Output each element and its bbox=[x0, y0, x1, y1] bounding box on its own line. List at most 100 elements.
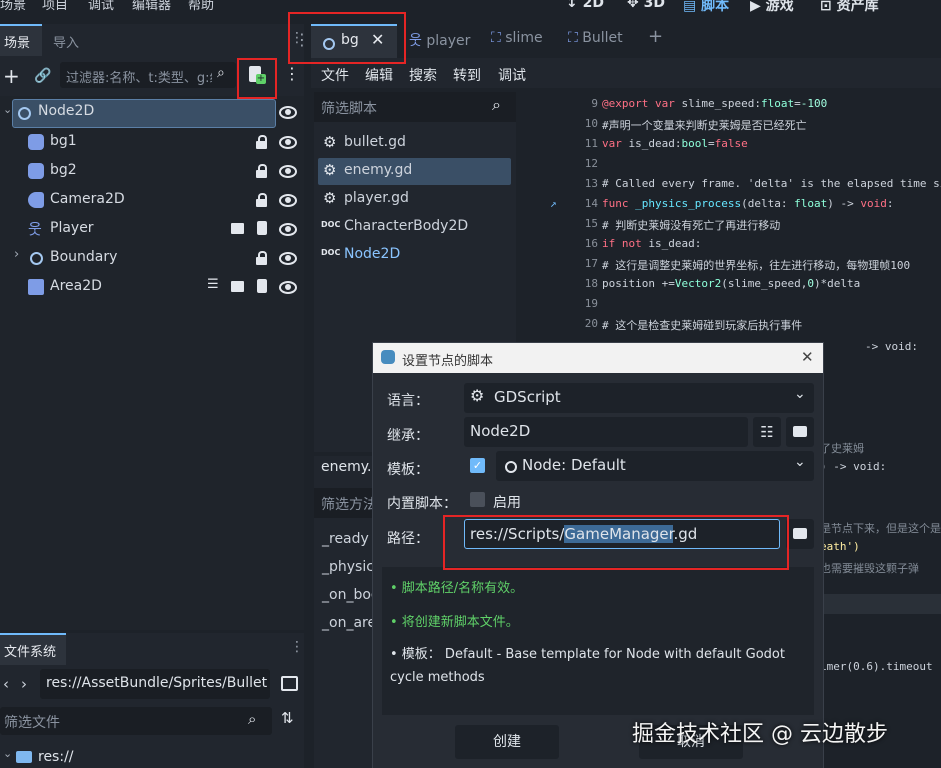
script-item-selected[interactable]: ⚙ enemy.gd bbox=[318, 158, 511, 185]
mode-3d[interactable]: ✥ 3D bbox=[627, 0, 665, 11]
tree-item-label: Area2D bbox=[50, 278, 102, 294]
menu-editor[interactable]: 编辑器 bbox=[132, 0, 171, 13]
dialog-titlebar: 设置节点的脚本 ✕ bbox=[373, 343, 823, 373]
method-item[interactable]: _ready bbox=[322, 531, 369, 547]
mode-assetlib[interactable]: ⊡ 资产库 bbox=[820, 0, 879, 15]
watermark: 掘金技术社区 @ 云边散步 bbox=[632, 722, 888, 747]
mode-script[interactable]: ▤ 脚本 bbox=[683, 0, 729, 15]
doc-item[interactable]: DOC CharacterBody2D bbox=[318, 214, 511, 241]
script-icon[interactable] bbox=[257, 221, 267, 235]
message-path-valid: • 脚本路径/名称有效。 bbox=[390, 581, 524, 596]
annotation-box-path bbox=[443, 515, 789, 570]
tree-item-player[interactable]: 웃 Player bbox=[0, 215, 300, 244]
doc-item[interactable]: DOC Node2D bbox=[318, 242, 511, 269]
sort-icon[interactable]: ⇅ bbox=[281, 709, 294, 727]
template-checkbox[interactable]: ✓ bbox=[470, 458, 485, 473]
close-icon[interactable]: ✕ bbox=[801, 348, 814, 366]
tree-item-boundary[interactable]: › Boundary bbox=[0, 244, 300, 273]
chevron-down-icon[interactable]: ⌄ bbox=[3, 103, 12, 116]
menu-project[interactable]: 项目 bbox=[42, 0, 68, 13]
doc-icon: DOC bbox=[321, 248, 341, 257]
area-icon: ⛶ bbox=[568, 30, 578, 46]
visibility-eye-icon[interactable] bbox=[279, 252, 297, 265]
clapperboard-icon[interactable] bbox=[231, 281, 244, 292]
lock-icon[interactable] bbox=[256, 251, 267, 265]
chevron-down-icon: ⌄ bbox=[794, 454, 806, 470]
tree-item-node2d[interactable]: ⌄ Node2D bbox=[0, 98, 300, 128]
more-icon[interactable]: ⋮ bbox=[284, 64, 300, 83]
script-filter-input[interactable]: 筛选脚本 ⌕ bbox=[314, 92, 516, 122]
visibility-eye-icon[interactable] bbox=[279, 194, 297, 207]
visibility-eye-icon[interactable] bbox=[279, 223, 297, 236]
tab-slime[interactable]: ⛶ slime bbox=[491, 30, 543, 46]
add-node-icon[interactable]: + bbox=[3, 64, 20, 88]
layout-toggle-icon[interactable] bbox=[281, 676, 298, 691]
search-icon: ⌕ bbox=[217, 65, 225, 81]
method-item[interactable]: _on_are bbox=[322, 615, 376, 631]
create-button[interactable]: 创建 bbox=[455, 725, 559, 759]
script-icon[interactable] bbox=[257, 279, 267, 293]
inherits-input[interactable]: Node2D bbox=[464, 417, 748, 447]
tab-import[interactable]: 导入 bbox=[53, 32, 79, 51]
forward-icon[interactable]: › bbox=[21, 675, 27, 693]
scene-filter-input[interactable]: 过滤器:名称、t:类型、g:组 ⌕ bbox=[60, 62, 236, 88]
fs-root-label[interactable]: res:// bbox=[38, 749, 74, 765]
lock-icon[interactable] bbox=[256, 164, 267, 178]
chevron-down-icon[interactable]: ⌄ bbox=[3, 747, 12, 760]
tree-item-label: Camera2D bbox=[50, 191, 125, 207]
fs-filter-input[interactable]: 筛选文件 ⌕ bbox=[0, 707, 272, 735]
tree-item-bg1[interactable]: bg1 bbox=[0, 128, 300, 157]
visibility-eye-icon[interactable] bbox=[279, 106, 297, 119]
visibility-eye-icon[interactable] bbox=[279, 281, 297, 294]
visibility-eye-icon[interactable] bbox=[279, 136, 297, 149]
tree-item-area2d[interactable]: Area2D ☰ bbox=[0, 273, 300, 302]
builtin-option-label: 启用 bbox=[493, 495, 521, 511]
tab-bullet[interactable]: ⛶ Bullet bbox=[568, 30, 623, 46]
menu-scene[interactable]: 场景 bbox=[0, 0, 26, 13]
dock-menu-icon[interactable]: ⋮ bbox=[290, 639, 304, 655]
language-select[interactable]: ⚙ GDScript ⌄ bbox=[464, 383, 814, 413]
path-browse-folder-icon[interactable] bbox=[786, 519, 814, 549]
menu-goto[interactable]: 转到 bbox=[453, 65, 481, 85]
chevron-right-icon[interactable]: › bbox=[14, 247, 19, 262]
menu-edit[interactable]: 编辑 bbox=[365, 65, 393, 85]
tree-item-bg2[interactable]: bg2 bbox=[0, 157, 300, 186]
folder-icon[interactable] bbox=[786, 417, 814, 447]
clapperboard-icon[interactable] bbox=[231, 223, 244, 234]
mode-2d[interactable]: ↕ 2D bbox=[566, 0, 604, 11]
back-icon[interactable]: ‹ bbox=[3, 675, 9, 693]
signal-icon[interactable]: ☰ bbox=[207, 277, 219, 292]
menu-search[interactable]: 搜索 bbox=[409, 65, 437, 85]
fs-path-input[interactable]: res://AssetBundle/Sprites/Bullet. bbox=[40, 669, 270, 699]
method-item[interactable]: _on_boo bbox=[322, 587, 379, 603]
tab-scene[interactable]: 场景 bbox=[0, 24, 42, 56]
script-item[interactable]: ⚙ player.gd bbox=[318, 186, 511, 213]
inherits-label: 继承： bbox=[387, 428, 429, 444]
script-item[interactable]: ⚙ bullet.gd bbox=[318, 130, 511, 157]
tab-player[interactable]: 웃 player bbox=[409, 30, 470, 50]
tab-filesystem[interactable]: 文件系统 bbox=[0, 633, 66, 665]
builtin-checkbox[interactable] bbox=[470, 492, 485, 507]
add-tab-icon[interactable]: + bbox=[648, 26, 663, 47]
menu-debug[interactable]: 调试 bbox=[498, 65, 526, 85]
gear-icon: ⚙ bbox=[470, 386, 485, 405]
annotation-box-attach-script bbox=[237, 58, 277, 99]
visibility-eye-icon[interactable] bbox=[279, 165, 297, 178]
scene-tree: ⌄ Node2D bg1 bg2 Camera2D 웃 Player › Bou… bbox=[0, 96, 304, 630]
lock-icon[interactable] bbox=[256, 193, 267, 207]
mode-game[interactable]: ▶ 游戏 bbox=[750, 0, 794, 15]
camera-icon bbox=[28, 192, 44, 208]
menu-help[interactable]: 帮助 bbox=[188, 0, 214, 13]
tree-browse-icon[interactable]: ☷ bbox=[753, 417, 781, 447]
menu-debug[interactable]: 调试 bbox=[88, 0, 114, 13]
godot-logo-icon bbox=[381, 350, 395, 364]
menu-file[interactable]: 文件 bbox=[321, 65, 349, 85]
chevron-down-icon: ⌄ bbox=[794, 386, 806, 402]
link-icon[interactable]: 🔗 bbox=[34, 68, 51, 84]
tree-item-camera2d[interactable]: Camera2D bbox=[0, 186, 300, 215]
gear-icon: ⚙ bbox=[323, 133, 337, 151]
message-template: • 模板： Default - Base template for Node w… bbox=[390, 647, 785, 685]
template-select[interactable]: Node: Default ⌄ bbox=[496, 451, 814, 481]
filesystem-dock: 文件系统 ⋮ ‹ › res://AssetBundle/Sprites/Bul… bbox=[0, 633, 304, 768]
lock-icon[interactable] bbox=[256, 135, 267, 149]
